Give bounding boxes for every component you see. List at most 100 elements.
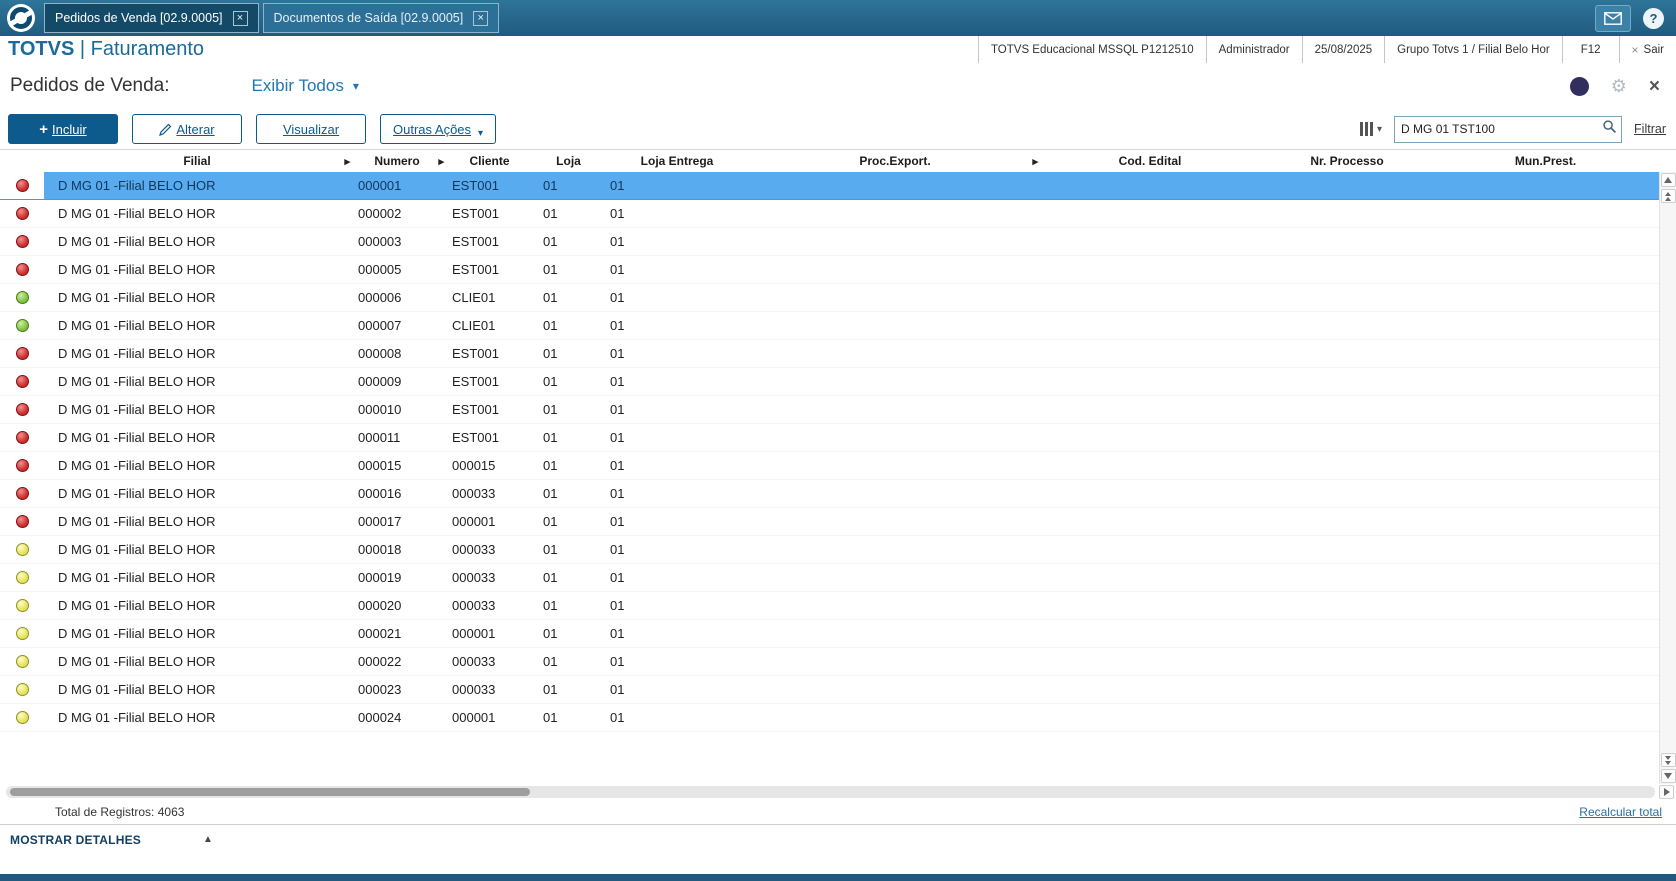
cell-empty	[1432, 648, 1659, 675]
view-filter-dropdown[interactable]: Exibir Todos ▾	[252, 76, 359, 96]
tab-pedidos-de-venda[interactable]: Pedidos de Venda [02.9.0005] ×	[44, 3, 259, 33]
table-row[interactable]: D MG 01 -Filial BELO HOR 000011 EST001 01 01	[0, 424, 1659, 452]
outras-acoes-button[interactable]: Outras Ações ▾	[380, 114, 497, 144]
cell-filial: D MG 01 -Filial BELO HOR	[58, 318, 216, 333]
scroll-right-icon[interactable]	[1659, 785, 1674, 799]
horizontal-scroll-track[interactable]	[6, 786, 1655, 798]
vertical-scroll-track[interactable]	[1660, 204, 1676, 752]
cell-empty	[1038, 256, 1262, 283]
table-row[interactable]: D MG 01 -Filial BELO HOR 000003 EST001 01 01	[0, 228, 1659, 256]
table-row[interactable]: D MG 01 -Filial BELO HOR 000020 000033 01 01	[0, 592, 1659, 620]
cell-numero: 000005	[358, 262, 402, 277]
mail-icon[interactable]	[1595, 4, 1631, 32]
search-input[interactable]	[1395, 122, 1603, 136]
column-header-mun-prest[interactable]: Mun.Prest.	[1432, 150, 1659, 172]
column-header-cliente[interactable]: Cliente	[444, 150, 535, 172]
row-status-red-icon	[15, 375, 29, 388]
scroll-page-up-icon[interactable]	[1660, 189, 1676, 203]
table-row[interactable]: D MG 01 -Filial BELO HOR 000017 000001 01 01	[0, 508, 1659, 536]
column-picker-button[interactable]: ▾	[1360, 122, 1382, 136]
column-header-cod-edital[interactable]: Cod. Edital	[1038, 150, 1262, 172]
table-row[interactable]: D MG 01 -Filial BELO HOR 000008 EST001 01 01	[0, 340, 1659, 368]
profile-icon[interactable]	[1569, 76, 1589, 96]
table-row[interactable]: D MG 01 -Filial BELO HOR 000006 CLIE01 01 01	[0, 284, 1659, 312]
gear-icon[interactable]: ⚙	[1611, 77, 1627, 95]
cell-filial: D MG 01 -Filial BELO HOR	[58, 234, 216, 249]
cell-empty	[1038, 620, 1262, 647]
table-row[interactable]: D MG 01 -Filial BELO HOR 000009 EST001 01 01	[0, 368, 1659, 396]
cell-empty	[1038, 228, 1262, 255]
help-icon[interactable]: ?	[1643, 7, 1664, 29]
column-header-filial[interactable]: Filial ▸	[44, 150, 350, 172]
table-row[interactable]: D MG 01 -Filial BELO HOR 000022 000033 01 01	[0, 648, 1659, 676]
recalcular-total-link[interactable]: Recalcular total	[1579, 805, 1662, 819]
table-row[interactable]: D MG 01 -Filial BELO HOR 000002 EST001 01 01	[0, 200, 1659, 228]
table-row[interactable]: D MG 01 -Filial BELO HOR 000023 000033 01 01	[0, 676, 1659, 704]
scroll-up-icon[interactable]	[1660, 173, 1676, 187]
visualizar-button[interactable]: Visualizar	[256, 114, 366, 144]
cell-empty	[1038, 676, 1262, 703]
cell-filial: D MG 01 -Filial BELO HOR	[58, 402, 216, 417]
cell-empty	[752, 284, 1038, 311]
column-header-proc-export[interactable]: Proc.Export. ▸	[752, 150, 1038, 172]
cell-empty	[1262, 592, 1432, 619]
table-row[interactable]: D MG 01 -Filial BELO HOR 000019 000033 01 01	[0, 564, 1659, 592]
total-records-label: Total de Registros:	[55, 805, 155, 819]
cell-loja_entrega: 01	[610, 346, 625, 361]
scroll-page-down-icon[interactable]	[1660, 753, 1676, 767]
cell-numero: 000017	[358, 514, 402, 529]
cell-empty	[752, 704, 1038, 731]
table-row[interactable]: D MG 01 -Filial BELO HOR 000005 EST001 01 01	[0, 256, 1659, 284]
table-row[interactable]: D MG 01 -Filial BELO HOR 000007 CLIE01 01 01	[0, 312, 1659, 340]
scroll-down-icon[interactable]	[1660, 769, 1676, 783]
cell-filial: D MG 01 -Filial BELO HOR	[58, 206, 216, 221]
horizontal-scroll-thumb[interactable]	[10, 788, 530, 796]
f12-button[interactable]: F12	[1561, 36, 1619, 63]
details-toggle-bar[interactable]: MOSTRAR DETALHES ▲	[0, 824, 1676, 854]
cell-cliente: CLIE01	[452, 318, 496, 333]
cell-loja_entrega: 01	[610, 682, 625, 697]
table-row[interactable]: D MG 01 -Filial BELO HOR 000001 EST001 01 01	[0, 172, 1659, 200]
table-row[interactable]: D MG 01 -Filial BELO HOR 000016 000033 01 01	[0, 480, 1659, 508]
close-routine-icon[interactable]: ×	[1649, 77, 1660, 96]
cell-cliente: EST001	[452, 402, 499, 417]
tab-close-icon[interactable]: ×	[232, 10, 248, 26]
incluir-button[interactable]: + Incluir	[8, 114, 118, 144]
tab-close-icon[interactable]: ×	[473, 10, 489, 26]
filtrar-link[interactable]: Filtrar	[1634, 122, 1666, 136]
tab-label: Documentos de Saída [02.9.0005]	[273, 11, 464, 25]
cell-numero: 000019	[358, 570, 402, 585]
column-header-nr-processo[interactable]: Nr. Processo	[1262, 150, 1432, 172]
tab-documentos-de-saida[interactable]: Documentos de Saída [02.9.0005] ×	[262, 3, 500, 33]
cell-cliente: CLIE01	[452, 290, 496, 305]
column-header-loja-entrega[interactable]: Loja Entrega	[602, 150, 752, 172]
cell-filial: D MG 01 -Filial BELO HOR	[58, 598, 216, 613]
table-row[interactable]: D MG 01 -Filial BELO HOR 000021 000001 01 01	[0, 620, 1659, 648]
column-header-loja[interactable]: Loja	[535, 150, 602, 172]
table-row[interactable]: D MG 01 -Filial BELO HOR 000018 000033 01 01	[0, 536, 1659, 564]
app-window: Pedidos de Venda [02.9.0005] × Documento…	[0, 0, 1676, 881]
cell-empty	[1432, 312, 1659, 339]
total-records-value: 4063	[157, 805, 185, 819]
table-row[interactable]: D MG 01 -Filial BELO HOR 000015 000015 01 01	[0, 452, 1659, 480]
company-branch-info[interactable]: Grupo Totvs 1 / Filial Belo Hor	[1384, 36, 1562, 63]
cell-filial: D MG 01 -Filial BELO HOR	[58, 458, 216, 473]
column-header-numero[interactable]: Numero ▸	[350, 150, 444, 172]
horizontal-scrollbar[interactable]	[0, 784, 1676, 800]
cell-numero: 000003	[358, 234, 402, 249]
exit-button[interactable]: × Sair	[1618, 36, 1676, 63]
vertical-scrollbar[interactable]	[1659, 172, 1676, 784]
cell-loja_entrega: 01	[610, 458, 625, 473]
cell-empty	[752, 396, 1038, 423]
cell-loja: 01	[543, 626, 558, 641]
cell-cliente: 000015	[452, 458, 496, 473]
table-row[interactable]: D MG 01 -Filial BELO HOR 000010 EST001 01 01	[0, 396, 1659, 424]
cell-loja: 01	[543, 486, 558, 501]
alterar-button[interactable]: Alterar	[132, 114, 242, 144]
cell-filial: D MG 01 -Filial BELO HOR	[58, 430, 216, 445]
search-icon[interactable]	[1602, 119, 1617, 139]
row-status-yellow-icon	[15, 655, 29, 668]
cell-empty	[1038, 452, 1262, 479]
cell-empty	[1038, 592, 1262, 619]
table-row[interactable]: D MG 01 -Filial BELO HOR 000024 000001 01 01	[0, 704, 1659, 732]
